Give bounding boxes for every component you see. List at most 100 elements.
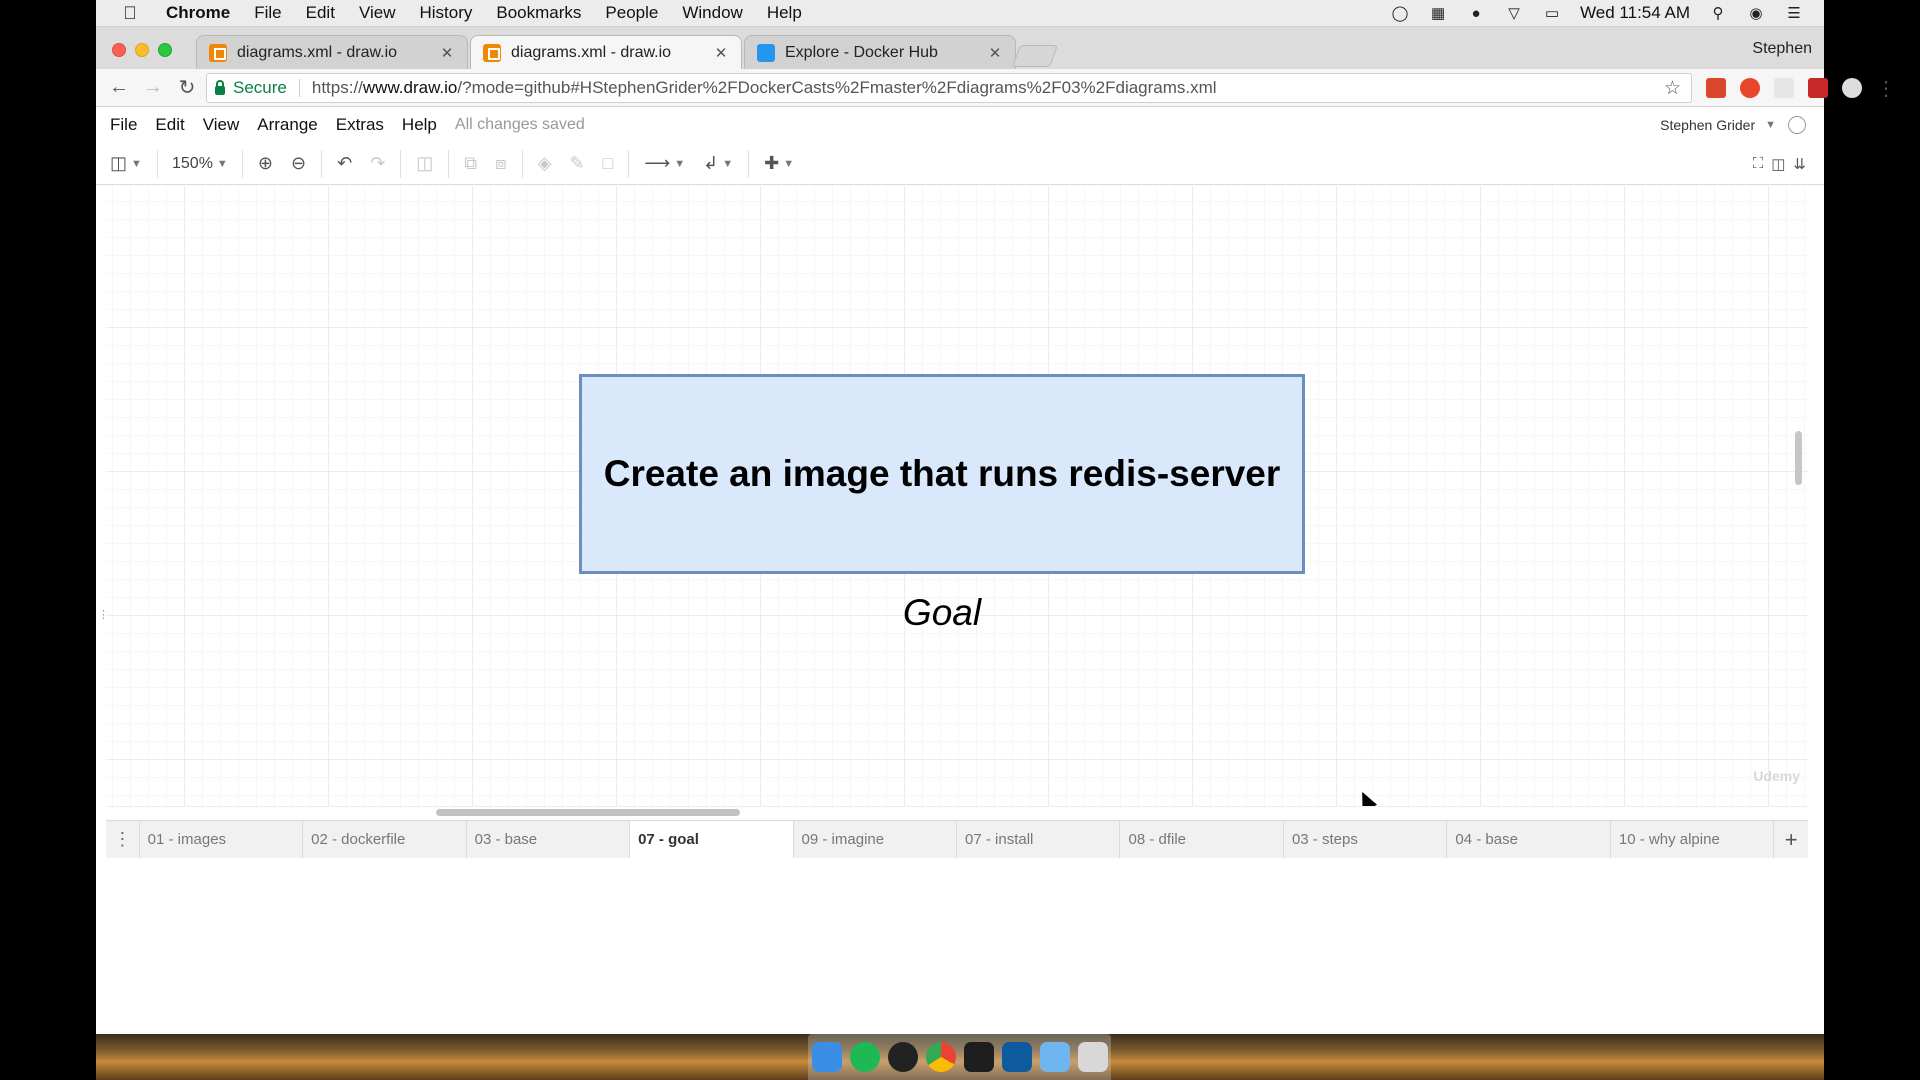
page-tab[interactable]: 07 - install [957,821,1121,858]
fullscreen-window-button[interactable] [158,43,172,57]
extension-icon[interactable] [1706,78,1726,98]
zoom-out-icon[interactable]: ⊖ [285,149,312,179]
page-tab-active[interactable]: 07 - goal [630,821,794,858]
horizontal-scrollbar[interactable] [436,809,740,816]
connection-arrow-icon[interactable]: ⟶ ▼ [638,149,691,179]
chrome-menu-icon[interactable]: ⋮ [1876,76,1896,101]
page-tab[interactable]: 02 - dockerfile [303,821,467,858]
menu-edit[interactable]: Edit [306,3,335,23]
fill-color-icon[interactable]: ◈ [532,149,558,179]
minimize-window-button[interactable] [135,43,149,57]
menubar-clock[interactable]: Wed 11:54 AM [1580,3,1690,23]
browser-tab-1[interactable]: diagrams.xml - draw.io ✕ [196,35,468,69]
fullscreen-icon[interactable]: ⛶ [1753,155,1764,173]
docker-status-icon[interactable]: ▦ [1428,4,1448,22]
redo-icon[interactable]: ↷ [364,149,391,179]
vertical-scrollbar[interactable] [1795,431,1802,485]
shadow-icon[interactable]: □ [597,149,620,179]
drawio-menu-edit[interactable]: Edit [155,115,184,135]
obs-icon[interactable]: ● [1466,4,1486,22]
menu-window[interactable]: Window [682,3,742,23]
menu-file[interactable]: File [254,3,281,23]
pages-menu-icon[interactable]: ⋮ [106,821,140,858]
insert-plus-icon[interactable]: ✚ ▼ [758,149,800,179]
menu-view[interactable]: View [359,3,396,23]
drawio-menubar: File Edit View Arrange Extras Help All c… [96,107,1824,143]
page-tab[interactable]: 01 - images [140,821,304,858]
diagram-shape[interactable]: Create an image that runs redis-server [579,374,1305,574]
diagram-canvas[interactable]: Create an image that runs redis-server G… [106,186,1808,806]
trash-icon[interactable] [1077,1042,1108,1072]
page-tab[interactable]: 03 - base [467,821,631,858]
docker-icon [757,43,775,62]
close-tab-icon[interactable]: ✕ [713,44,729,62]
close-window-button[interactable] [112,43,126,57]
menu-help[interactable]: Help [767,3,802,23]
menu-history[interactable]: History [419,3,472,23]
profile-button[interactable]: Stephen [1752,40,1812,58]
page-tab[interactable]: 03 - steps [1284,821,1448,858]
chrome-app-icon[interactable] [925,1042,956,1072]
reload-icon[interactable]: ↻ [170,75,204,100]
to-front-icon[interactable]: ⧉ [458,149,483,179]
vscode-icon[interactable] [1001,1042,1032,1072]
spotlight-search-icon[interactable]: ⚲ [1708,4,1728,22]
battery-icon[interactable]: ▭ [1542,4,1562,22]
css-extension-icon[interactable] [1774,78,1794,98]
siri-icon[interactable]: ◉ [1746,4,1766,22]
menu-bookmarks[interactable]: Bookmarks [496,3,581,23]
page-tab[interactable]: 08 - dfile [1120,821,1284,858]
obs-app-icon[interactable] [887,1042,918,1072]
divider [156,149,158,178]
menu-app-name[interactable]: Chrome [166,3,230,23]
folder-icon[interactable] [1039,1042,1070,1072]
glasses-icon[interactable]: ◯ [1390,4,1410,22]
spotify-icon[interactable] [849,1042,880,1072]
to-back-icon[interactable]: ⧈ [489,149,512,179]
format-panel-icon[interactable]: ◫ ▼ [104,149,148,179]
waypoints-icon[interactable]: ↲ ▼ [697,149,739,179]
caption-text[interactable]: Goal [806,592,1078,634]
new-tab-button[interactable] [1011,45,1059,67]
sidebar-resize-handle[interactable]: ⋮ [98,608,109,621]
menu-people[interactable]: People [605,3,658,23]
globe-icon[interactable] [1788,116,1806,134]
opera-extension-icon[interactable] [1740,78,1760,98]
notification-center-icon[interactable]: ☰ [1784,4,1804,22]
browser-tab-3[interactable]: Explore - Docker Hub ✕ [744,35,1016,69]
url-text[interactable]: https://www.draw.io/?mode=github#HStephe… [312,78,1217,98]
undo-icon[interactable]: ↶ [331,149,358,179]
user-menu[interactable]: Stephen Grider ▼ [1660,116,1806,134]
drawio-menu-file[interactable]: File [110,115,137,135]
drawio-menu-arrange[interactable]: Arrange [257,115,317,135]
save-status: All changes saved [454,116,585,133]
badge-extension-icon[interactable] [1808,78,1828,98]
address-bar[interactable]: Secure https://www.draw.io/?mode=github#… [206,73,1692,103]
close-tab-icon[interactable]: ✕ [439,44,455,62]
back-arrow-icon[interactable]: ← [102,76,136,99]
finder-icon[interactable] [811,1042,842,1072]
zoom-select[interactable]: 150% ▼ [167,149,233,179]
extension-icon[interactable] [1842,78,1862,98]
drawio-menu-extras[interactable]: Extras [336,115,384,135]
browser-tab-2[interactable]: diagrams.xml - draw.io ✕ [470,35,742,69]
delete-icon[interactable]: ◫ [410,149,439,179]
collapse-toolbar-icon[interactable]: ⇊ [1793,155,1806,173]
page-tab[interactable]: 04 - base [1447,821,1611,858]
drawio-menu-help[interactable]: Help [402,115,437,135]
bookmark-star-icon[interactable]: ☆ [1664,77,1681,100]
add-page-icon[interactable]: + [1774,821,1808,858]
close-tab-icon[interactable]: ✕ [987,44,1003,62]
desktop-left [0,0,96,1080]
drawio-menu-view[interactable]: View [203,115,240,135]
terminal-icon[interactable] [963,1042,994,1072]
shape-label[interactable]: Create an image that runs redis-server [604,453,1281,495]
page-tab[interactable]: 09 - imagine [794,821,958,858]
toggle-format-icon[interactable]: ◫ [1771,155,1785,173]
apple-menu-icon[interactable]:  [118,3,142,24]
line-color-icon[interactable]: ✎ [563,149,590,179]
zoom-in-icon[interactable]: ⊕ [252,149,279,179]
wifi-icon[interactable]: ▽ [1504,4,1524,22]
forward-arrow-icon[interactable]: → [136,76,170,99]
page-tab[interactable]: 10 - why alpine [1611,821,1775,858]
